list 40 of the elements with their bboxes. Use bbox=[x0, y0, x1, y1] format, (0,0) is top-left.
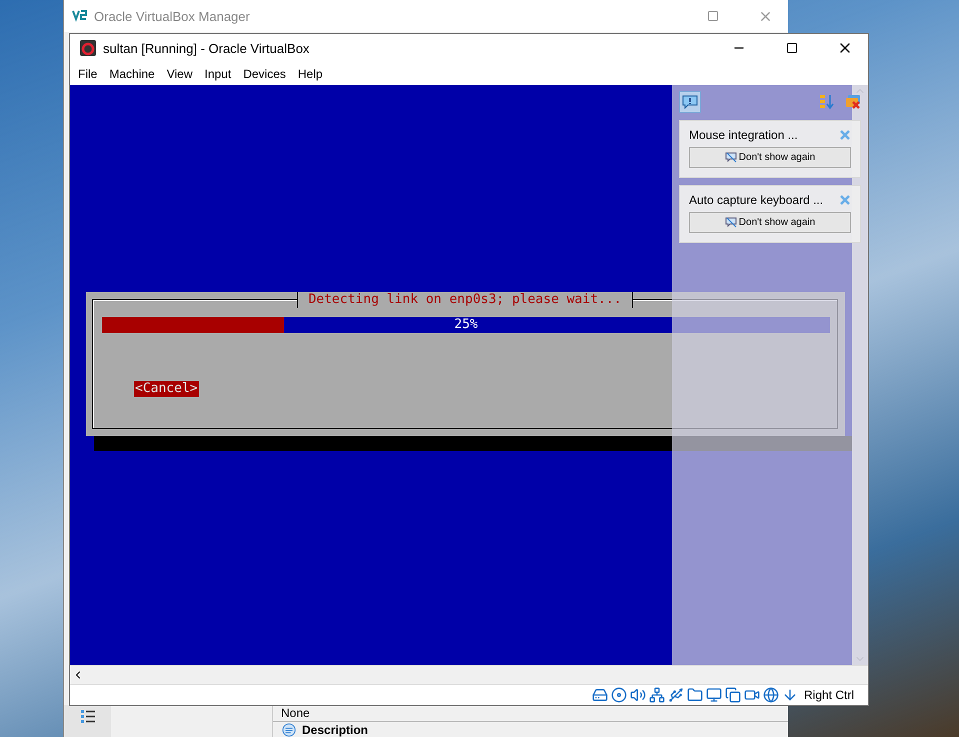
close-icon bbox=[839, 129, 851, 141]
menu-item[interactable]: View bbox=[160, 66, 198, 80]
dialog-title: Detecting link on enp0s3; please wait... bbox=[297, 292, 633, 308]
dont-show-again-button[interactable]: Don't show again bbox=[689, 147, 851, 168]
globe-icon[interactable] bbox=[762, 687, 779, 703]
menu-item[interactable]: Help bbox=[292, 66, 329, 80]
menu-item[interactable]: Devices bbox=[237, 66, 292, 80]
notification-message: Auto capture keyboard ... bbox=[689, 193, 824, 207]
network-icon[interactable] bbox=[648, 687, 665, 703]
host-key-label: Right Ctrl bbox=[804, 688, 854, 702]
usb-icon[interactable] bbox=[668, 687, 684, 703]
section-heading: Description bbox=[302, 723, 368, 737]
cancel-button[interactable]: <Cancel> bbox=[134, 381, 199, 397]
window-title: sultan [Running] - Oracle VirtualBox bbox=[103, 40, 310, 56]
optical-disc-icon[interactable] bbox=[610, 687, 627, 703]
crossed-message-icon bbox=[724, 217, 737, 228]
dont-show-again-button[interactable]: Don't show again bbox=[689, 212, 851, 233]
maximize-icon[interactable] bbox=[786, 42, 798, 54]
close-all-icon bbox=[845, 94, 861, 110]
window-title: Oracle VirtualBox Manager bbox=[94, 8, 251, 24]
down-arrow-icon[interactable] bbox=[782, 687, 798, 703]
progress-reading: 25% bbox=[454, 317, 478, 333]
message-bubble-icon bbox=[682, 94, 698, 110]
notification-message: Mouse integration ... bbox=[689, 128, 798, 142]
close-icon bbox=[839, 194, 851, 206]
crossed-message-icon bbox=[724, 152, 737, 163]
menu-item[interactable]: Machine bbox=[103, 66, 161, 80]
app-logo-icon bbox=[80, 40, 96, 56]
menu-item[interactable]: File bbox=[72, 66, 104, 80]
description-icon bbox=[282, 723, 296, 737]
list-view-icon bbox=[80, 708, 96, 724]
horizontal-scrollbar[interactable] bbox=[70, 665, 868, 684]
menu-item[interactable]: Input bbox=[198, 66, 238, 80]
sort-down-icon bbox=[819, 94, 835, 110]
app-logo-icon bbox=[72, 8, 88, 24]
speaker-icon[interactable] bbox=[630, 687, 646, 703]
monitor-icon[interactable] bbox=[706, 687, 722, 703]
message-bubble-button[interactable] bbox=[679, 91, 701, 113]
windows-icon[interactable] bbox=[724, 687, 741, 703]
folder-icon[interactable] bbox=[686, 687, 703, 703]
